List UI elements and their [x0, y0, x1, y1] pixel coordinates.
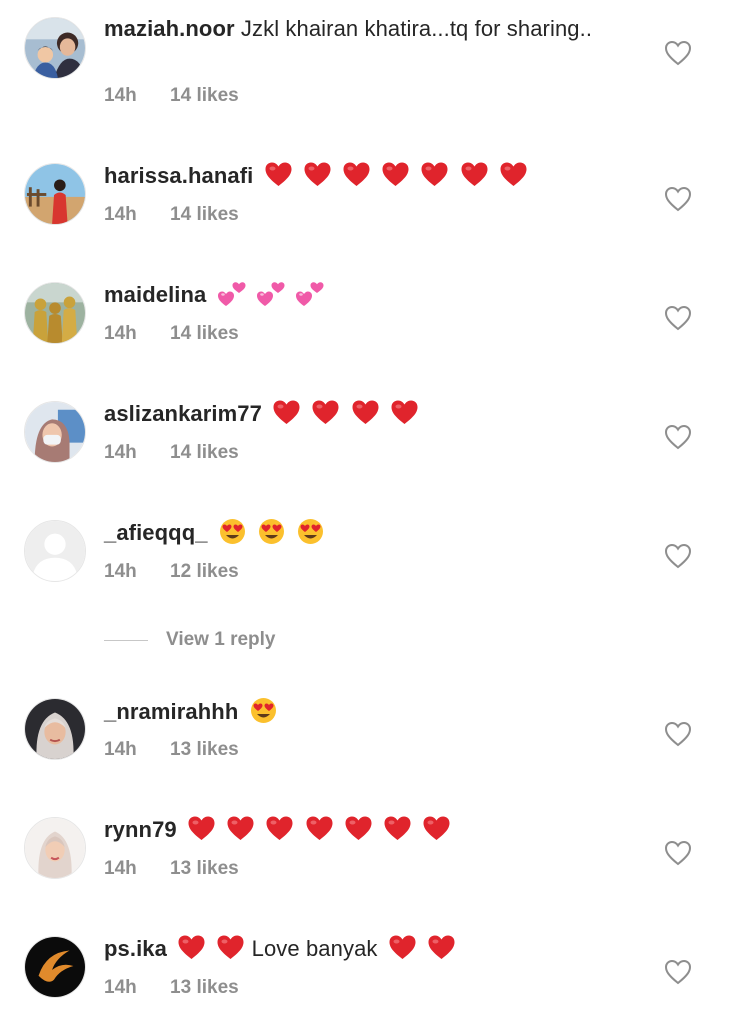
red-heart-icon — [311, 399, 340, 426]
comment-emojis — [173, 934, 251, 961]
comment-username[interactable]: rynn79 — [104, 817, 177, 842]
comment-username[interactable]: ps.ika — [104, 936, 167, 961]
heart-eyes-icon — [296, 518, 325, 545]
comment-time: 14h — [104, 442, 137, 463]
comment-username[interactable]: _nramirahhh — [104, 699, 238, 724]
avatar[interactable] — [24, 163, 86, 225]
revolving-hearts-icon — [295, 280, 324, 307]
red-heart-icon — [427, 934, 456, 961]
red-heart-icon — [177, 934, 206, 961]
comment-username[interactable]: maidelina — [104, 282, 206, 307]
red-heart-icon — [383, 815, 412, 842]
view-replies-button[interactable]: View 1 reply — [104, 628, 276, 652]
comment-time: 14h — [104, 85, 137, 106]
comment-trailing-emojis — [384, 934, 456, 961]
comment-likes-count[interactable]: 12 likes — [170, 561, 239, 582]
comment-username[interactable]: _afieqqq_ — [104, 520, 208, 545]
like-heart-icon[interactable] — [664, 721, 692, 747]
comment-time: 14h — [104, 858, 137, 879]
view-replies-label: View 1 reply — [166, 629, 276, 650]
red-heart-icon — [344, 815, 373, 842]
comment-likes-count[interactable]: 14 likes — [170, 204, 239, 225]
comment-likes-count[interactable]: 13 likes — [170, 739, 239, 760]
red-heart-icon — [264, 161, 293, 188]
comment-emojis — [183, 815, 451, 842]
like-heart-icon[interactable] — [664, 186, 692, 212]
red-heart-icon — [272, 399, 301, 426]
comment-likes-count[interactable]: 13 likes — [170, 977, 239, 998]
comment-likes-count[interactable]: 14 likes — [170, 85, 239, 106]
avatar[interactable] — [24, 698, 86, 760]
comment-emojis — [214, 518, 325, 545]
comment-username[interactable]: harissa.hanafi — [104, 163, 253, 188]
red-heart-icon — [342, 161, 371, 188]
red-heart-icon — [226, 815, 255, 842]
red-heart-icon — [305, 815, 334, 842]
red-heart-icon — [351, 399, 380, 426]
comment-time: 14h — [104, 204, 137, 225]
comment-likes-count[interactable]: 14 likes — [170, 442, 239, 463]
red-heart-icon — [390, 399, 419, 426]
comment-emojis — [213, 282, 324, 307]
red-heart-icon — [216, 934, 245, 961]
revolving-hearts-icon — [217, 280, 246, 307]
like-heart-icon[interactable] — [664, 543, 692, 569]
red-heart-icon — [422, 815, 451, 842]
heart-eyes-icon — [249, 697, 278, 724]
red-heart-icon — [388, 934, 417, 961]
like-heart-icon[interactable] — [664, 305, 692, 331]
revolving-hearts-icon — [256, 280, 285, 307]
comment-likes-count[interactable]: 13 likes — [170, 858, 239, 879]
comment-time: 14h — [104, 739, 137, 760]
comment-emojis — [268, 399, 419, 426]
red-heart-icon — [499, 161, 528, 188]
red-heart-icon — [420, 161, 449, 188]
comment-emojis — [260, 161, 528, 188]
comment-emojis — [245, 697, 278, 724]
heart-eyes-icon — [218, 518, 247, 545]
avatar[interactable] — [24, 401, 86, 463]
red-heart-icon — [303, 161, 332, 188]
replies-divider — [104, 639, 148, 641]
comment-username[interactable]: aslizankarim77 — [104, 401, 262, 426]
avatar[interactable] — [24, 936, 86, 998]
like-heart-icon[interactable] — [664, 424, 692, 450]
red-heart-icon — [460, 161, 489, 188]
heart-eyes-icon — [257, 518, 286, 545]
comment-time: 14h — [104, 323, 137, 344]
comment-text: Jzkl khairan khatira...tq for sharing.. — [240, 16, 593, 41]
avatar[interactable] — [24, 520, 86, 582]
comment-time: 14h — [104, 977, 137, 998]
like-heart-icon[interactable] — [664, 40, 692, 66]
red-heart-icon — [265, 815, 294, 842]
comment-likes-count[interactable]: 14 likes — [170, 323, 239, 344]
avatar[interactable] — [24, 17, 86, 79]
like-heart-icon[interactable] — [664, 840, 692, 866]
red-heart-icon — [381, 161, 410, 188]
comment-time: 14h — [104, 561, 137, 582]
avatar[interactable] — [24, 817, 86, 879]
comment-username[interactable]: maziah.noor — [104, 16, 235, 41]
avatar[interactable] — [24, 282, 86, 344]
comment-text: Love banyak — [251, 936, 378, 961]
like-heart-icon[interactable] — [664, 959, 692, 985]
red-heart-icon — [187, 815, 216, 842]
